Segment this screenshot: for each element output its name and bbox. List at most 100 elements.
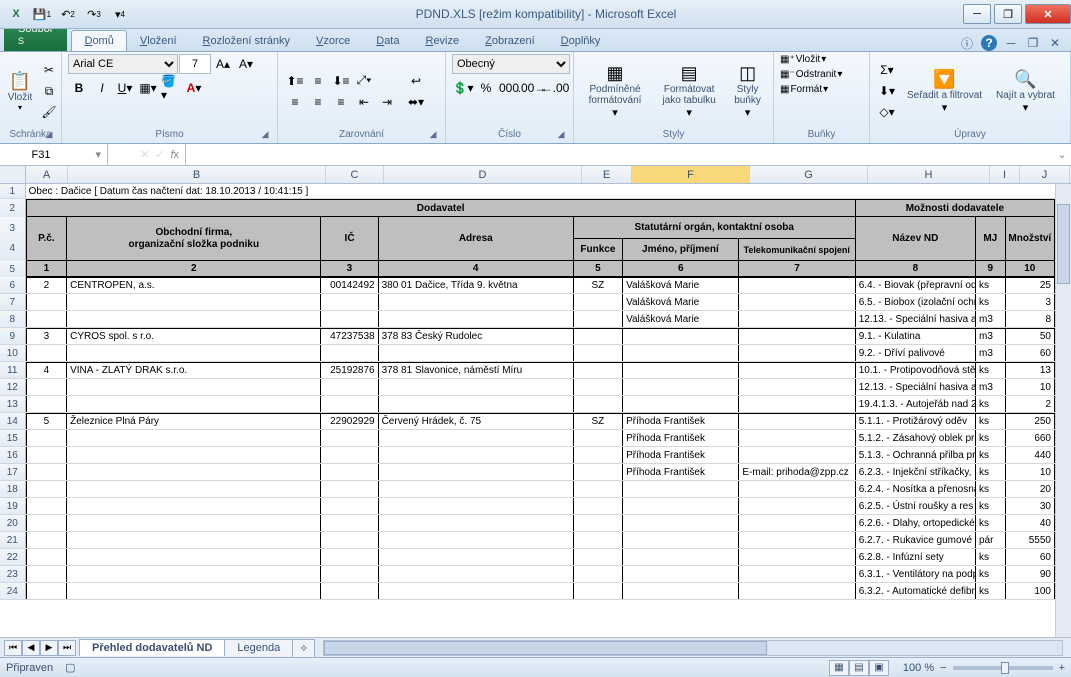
cell[interactable]: 660 [1006, 430, 1055, 446]
cell[interactable]: 3 [26, 328, 67, 344]
cell[interactable] [26, 532, 67, 548]
fill-icon[interactable]: ⬇▾ [876, 81, 898, 101]
cell[interactable]: 10.1. - Protipovodňová stě [856, 362, 976, 378]
cell[interactable] [67, 464, 321, 480]
format-cells-button[interactable]: ▦ Formát ▾ [780, 84, 828, 95]
cell[interactable]: 4 [26, 362, 67, 378]
close-button[interactable]: ✕ [1025, 4, 1071, 24]
cell[interactable] [574, 396, 623, 412]
cell[interactable]: 1 [26, 261, 67, 277]
select-all-corner[interactable] [0, 166, 26, 183]
cell[interactable]: 20 [1006, 481, 1055, 497]
wrap-text-button[interactable]: ↩ [402, 71, 430, 91]
row-header[interactable]: 14 [0, 413, 26, 429]
cell[interactable]: ks [976, 549, 1006, 565]
cell[interactable] [574, 379, 623, 395]
cell[interactable] [739, 498, 855, 514]
cell[interactable] [739, 328, 855, 344]
cell[interactable] [574, 464, 623, 480]
cell[interactable] [67, 583, 321, 599]
cell[interactable]: Statutární orgán, kontaktní osobaFunkceJ… [574, 217, 856, 261]
font-name-select[interactable]: Arial CE [68, 54, 178, 74]
row-header[interactable]: 19 [0, 498, 26, 514]
row-header[interactable]: 34 [0, 217, 26, 261]
row-header[interactable]: 11 [0, 362, 26, 378]
merge-button[interactable]: ⬌▾ [402, 92, 430, 112]
cell[interactable]: 2 [1006, 396, 1055, 412]
column-header-C[interactable]: C [326, 166, 384, 183]
fill-color-button[interactable]: 🪣▾ [160, 78, 182, 98]
cell[interactable]: 50 [1006, 328, 1055, 344]
paste-button[interactable]: 📋Vložit▾ [6, 68, 34, 115]
cell[interactable]: 6.2.5. - Ústní roušky a res [856, 498, 976, 514]
cell[interactable]: 13 [1006, 362, 1055, 378]
cell[interactable]: Dodavatel [26, 199, 856, 217]
cell[interactable] [67, 430, 321, 446]
italic-button[interactable]: I [91, 78, 113, 98]
ribbon-tab-domů[interactable]: Domů [71, 30, 126, 51]
vertical-scrollbar[interactable] [1055, 184, 1071, 637]
row-header[interactable]: 20 [0, 515, 26, 531]
sheet-tab-legenda[interactable]: Legenda [224, 639, 293, 656]
cell[interactable]: ks [976, 481, 1006, 497]
cell[interactable]: ks [976, 413, 1006, 429]
row-header[interactable]: 5 [0, 261, 26, 277]
cell[interactable] [739, 362, 855, 378]
ribbon-tab-doplňky[interactable]: Doplňky [548, 30, 614, 51]
cell[interactable]: 60 [1006, 549, 1055, 565]
cell[interactable]: 25 [1006, 277, 1055, 293]
cell[interactable] [321, 464, 378, 480]
cell[interactable] [739, 583, 855, 599]
cell[interactable] [739, 430, 855, 446]
cell[interactable] [67, 566, 321, 582]
cell[interactable] [574, 430, 623, 446]
cell[interactable] [67, 345, 321, 361]
cell[interactable] [26, 566, 67, 582]
row-header[interactable]: 8 [0, 311, 26, 327]
cell[interactable] [26, 345, 67, 361]
cell[interactable]: 6.2.6. - Dlahy, ortopedické [856, 515, 976, 531]
cell[interactable]: 6.2.7. - Rukavice gumové [856, 532, 976, 548]
align-top-icon[interactable]: ⬆≡ [284, 71, 306, 91]
cell[interactable] [26, 294, 67, 310]
sheet-tab-active[interactable]: Přehled dodavatelů ND [79, 639, 225, 656]
format-painter-button[interactable]: 🖌 [38, 102, 60, 122]
cell[interactable] [379, 396, 574, 412]
cell[interactable] [574, 311, 623, 327]
cell[interactable] [739, 566, 855, 582]
cell[interactable]: m3 [976, 311, 1006, 327]
row-header[interactable]: 6 [0, 277, 26, 293]
cell[interactable] [321, 447, 378, 463]
cell[interactable]: Možnosti dodavatele [856, 199, 1055, 217]
qat-save[interactable]: 💾1 [30, 3, 54, 25]
cell[interactable] [321, 345, 378, 361]
cell[interactable] [623, 566, 739, 582]
cell[interactable]: 10 [1006, 379, 1055, 395]
sheet-tab-new[interactable]: ✧ [292, 639, 315, 657]
zoom-level[interactable]: 100 % [903, 662, 934, 674]
align-bottom-icon[interactable]: ⬇≡ [330, 71, 352, 91]
cell[interactable] [623, 498, 739, 514]
cell[interactable]: CENTROPEN, a.s. [67, 277, 321, 293]
row-header[interactable]: 9 [0, 328, 26, 344]
cell[interactable] [623, 481, 739, 497]
row-header[interactable]: 24 [0, 583, 26, 599]
align-dialog-icon[interactable]: ◢ [427, 129, 439, 141]
row-header[interactable]: 2 [0, 199, 26, 217]
view-normal-icon[interactable]: ▦ [829, 660, 849, 676]
cell[interactable]: CYROS spol. s r.o. [67, 328, 321, 344]
column-header-J[interactable]: J [1020, 166, 1070, 183]
row-header[interactable]: 10 [0, 345, 26, 361]
cell[interactable]: Obchodní firma,organizační složka podnik… [67, 217, 321, 261]
column-header-F[interactable]: F [632, 166, 750, 183]
decrease-font-icon[interactable]: A▾ [235, 54, 257, 74]
cell[interactable]: 6.2.4. - Nosítka a přenosná [856, 481, 976, 497]
find-select-button[interactable]: 🔍Najít a vybrat▾ [991, 66, 1060, 117]
cell[interactable]: 12.13. - Speciální hasiva a [856, 379, 976, 395]
cell[interactable] [379, 583, 574, 599]
cell[interactable] [26, 583, 67, 599]
cell[interactable]: 19.4.1.3. - Autojeřáb nad 2 [856, 396, 976, 412]
cell[interactable] [739, 481, 855, 497]
cell[interactable] [321, 311, 378, 327]
cell[interactable]: ks [976, 362, 1006, 378]
